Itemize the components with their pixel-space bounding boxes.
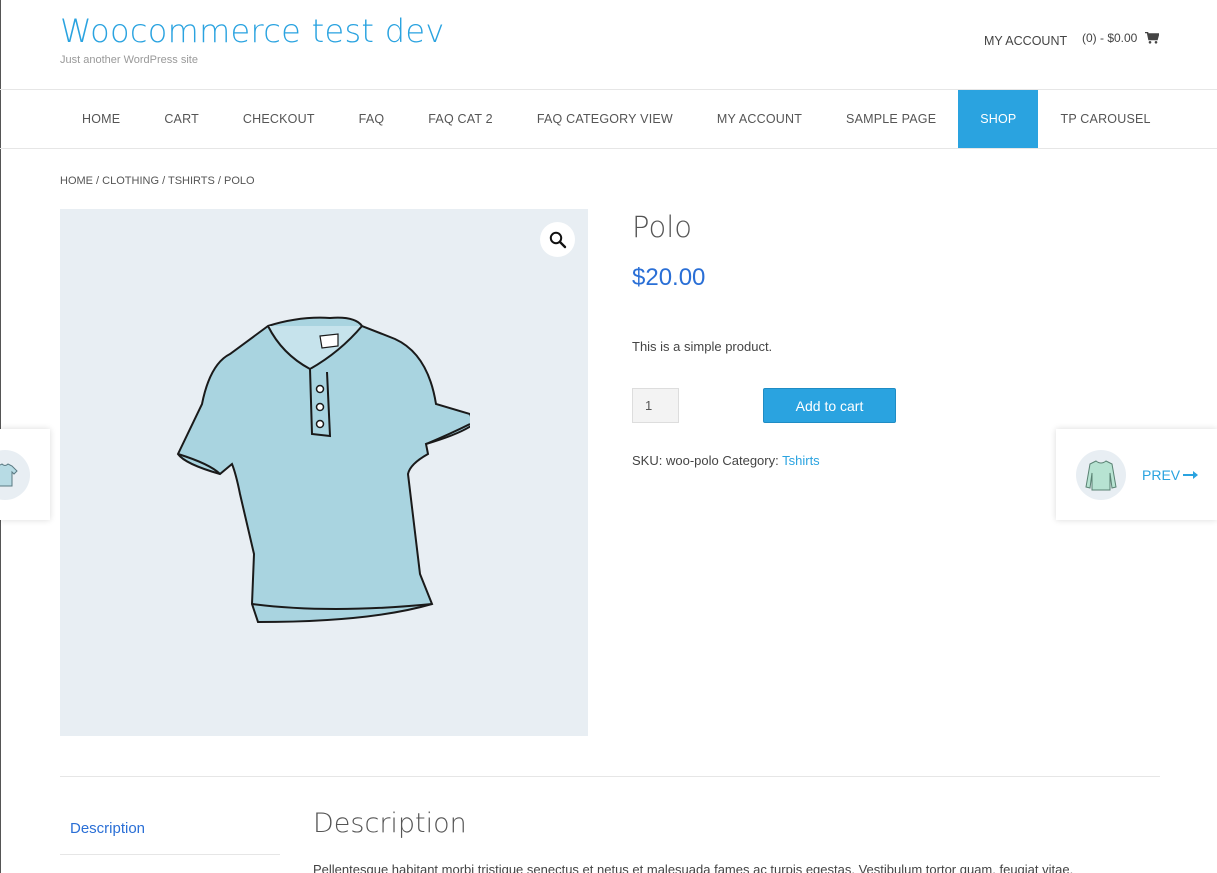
sku-value: woo-polo [665, 453, 719, 468]
product-image[interactable] [60, 209, 588, 736]
prev-label: PREV [1142, 467, 1181, 483]
product-short-description: This is a simple product. [632, 339, 773, 354]
nav-item-faq-cat-2[interactable]: FAQ CAT 2 [406, 90, 515, 148]
breadcrumb-separator: / [93, 175, 103, 187]
zoom-button[interactable] [540, 222, 575, 257]
nav-item-faq[interactable]: FAQ [337, 90, 407, 148]
nav-item-cart[interactable]: CART [142, 90, 221, 148]
nav-item-shop[interactable]: SHOP [958, 90, 1039, 148]
section-divider [60, 776, 1160, 777]
arrow-right-icon [1183, 471, 1199, 479]
quantity-input[interactable] [632, 388, 679, 423]
tshirt-thumbnail [0, 450, 30, 500]
magnifier-icon [549, 231, 566, 248]
category-label: Category: [722, 453, 779, 468]
nav-item-sample-page[interactable]: SAMPLE PAGE [824, 90, 958, 148]
nav-item-tp-carousel[interactable]: TP CAROUSEL [1038, 90, 1172, 148]
previous-product-box[interactable]: PREV [1056, 429, 1217, 520]
main-navigation: HOME CART CHECKOUT FAQ FAQ CAT 2 FAQ CAT… [0, 89, 1217, 149]
cart-summary: (0) - $0.00 [1082, 31, 1138, 45]
breadcrumb-separator: / [214, 175, 225, 187]
breadcrumb-current: POLO [224, 175, 255, 187]
breadcrumb-clothing[interactable]: CLOTHING [102, 175, 159, 187]
description-text: Pellentesque habitant morbi tristique se… [313, 862, 1074, 873]
product-meta: SKU: woo-polo Category: Tshirts [632, 453, 820, 468]
sku-label: SKU: [632, 453, 663, 468]
breadcrumb-home[interactable]: HOME [60, 175, 93, 187]
breadcrumb-separator: / [159, 175, 168, 187]
breadcrumb-tshirts[interactable]: TSHIRTS [168, 175, 215, 187]
prev-product-link[interactable]: PREV [1142, 467, 1199, 483]
nav-item-checkout[interactable]: CHECKOUT [221, 90, 337, 148]
header-cart-link[interactable]: (0) - $0.00 [1082, 31, 1160, 45]
hoodie-thumbnail [1076, 450, 1126, 500]
product-price: $20.00 [632, 264, 706, 291]
next-product-box[interactable] [0, 429, 50, 520]
polo-shirt-image [176, 316, 470, 624]
nav-item-faq-category-view[interactable]: FAQ CATEGORY VIEW [515, 90, 695, 148]
add-to-cart-button[interactable]: Add to cart [763, 388, 896, 423]
shopping-cart-icon [1145, 32, 1160, 44]
header-my-account-link[interactable]: MY ACCOUNT [984, 34, 1067, 48]
site-description: Just another WordPress site [60, 54, 198, 66]
description-heading: Description [313, 808, 467, 839]
breadcrumb: HOME / CLOTHING / TSHIRTS / POLO [60, 175, 255, 187]
category-link[interactable]: Tshirts [782, 453, 820, 468]
nav-item-my-account[interactable]: MY ACCOUNT [695, 90, 824, 148]
product-title: Polo [632, 210, 692, 244]
site-title[interactable]: Woocommerce test dev [60, 12, 445, 50]
tab-description[interactable]: Description [60, 804, 280, 855]
nav-item-home[interactable]: HOME [60, 90, 142, 148]
